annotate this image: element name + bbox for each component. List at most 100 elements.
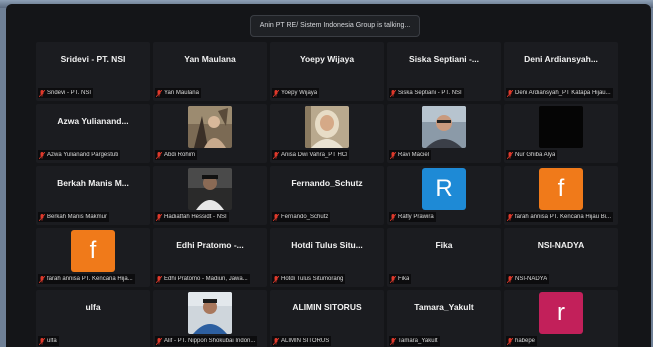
- muted-mic-icon: [273, 337, 279, 345]
- participant-name-label: farah annisa PT. Kencana Hijau Bi...: [506, 212, 614, 222]
- participant-display-name: Sridevi - PT. NSI: [60, 54, 126, 64]
- profile-photo: [188, 168, 232, 210]
- participant-name-label: habepe: [506, 336, 538, 346]
- profile-photo: [539, 106, 583, 148]
- participant-name-label: Rafly Prawira: [389, 212, 436, 222]
- participant-display-name: Fika: [435, 240, 453, 250]
- participant-tile[interactable]: Ravi Maciel: [387, 104, 501, 163]
- participant-name-label: Nur Ghiba Alya: [506, 150, 558, 160]
- participant-tile[interactable]: Siska Septiani -... Siska Septiani - PT.…: [387, 42, 501, 101]
- meeting-window: Anin PT RE/ Sistem Indonesia Group is ta…: [6, 4, 651, 347]
- participant-tile[interactable]: Anisa Dwi Vahra_PT HCl: [270, 104, 384, 163]
- muted-mic-icon: [156, 275, 162, 283]
- avatar: R: [422, 168, 466, 210]
- muted-mic-icon: [507, 275, 513, 283]
- participant-display-name: Tamara_Yakult: [414, 302, 474, 312]
- participant-tile[interactable]: ALIMIN SITORUS ALIMIN SITORUS: [270, 290, 384, 347]
- muted-mic-icon: [507, 89, 513, 97]
- muted-mic-icon: [507, 151, 513, 159]
- participant-tile[interactable]: Abdi Rohim: [153, 104, 267, 163]
- participant-tile[interactable]: r habepe: [504, 290, 618, 347]
- participant-name-label: Yan Maulana: [155, 88, 201, 98]
- participant-name-label: Yoepy Wijaya: [272, 88, 320, 98]
- participant-tile[interactable]: Fernando_Schutz Fernando_Schutz: [270, 166, 384, 225]
- participant-tile[interactable]: Deni Ardiansyah... Deni Ardiansyah_PT Ka…: [504, 42, 618, 101]
- participant-name-label: Fika: [389, 274, 412, 284]
- participant-name-label: Sridevi - PT. NSI: [38, 88, 94, 98]
- participant-name-label: Azwa Yulianand Pargestuti: [38, 150, 121, 160]
- participant-name-label: Edhi Pratomo - Madiun, Jawa...: [155, 274, 250, 284]
- muted-mic-icon: [39, 275, 45, 283]
- avatar: f: [539, 168, 583, 210]
- participant-tile[interactable]: Sridevi - PT. NSI Sridevi - PT. NSI: [36, 42, 150, 101]
- participant-tile[interactable]: f farah annisa PT. Kencana Hijau Bi...: [504, 166, 618, 225]
- participant-display-name: Yan Maulana: [184, 54, 236, 64]
- muted-mic-icon: [390, 337, 396, 345]
- participant-name-label: Alif - PT. Nippon Shokubai Indon...: [155, 336, 258, 346]
- avatar: r: [539, 292, 583, 334]
- participant-tile[interactable]: Edhi Pratomo -... Edhi Pratomo - Madiun,…: [153, 228, 267, 287]
- participant-display-name: Yoepy Wijaya: [299, 54, 355, 64]
- participant-tile[interactable]: Tamara_Yakult Tamara_Yakult: [387, 290, 501, 347]
- muted-mic-icon: [156, 89, 162, 97]
- participant-name-label: Fernando_Schutz: [272, 212, 331, 222]
- participant-name-label: Tamara_Yakult: [389, 336, 440, 346]
- muted-mic-icon: [39, 213, 45, 221]
- participant-display-name: NSI-NADYA: [537, 240, 585, 250]
- participant-name-label: Abdi Rohim: [155, 150, 198, 160]
- muted-mic-icon: [39, 89, 45, 97]
- participant-display-name: Azwa Yulianand...: [57, 116, 129, 126]
- participant-name-label: NSI-NADYA: [506, 274, 550, 284]
- muted-mic-icon: [507, 337, 513, 345]
- muted-mic-icon: [156, 213, 162, 221]
- profile-photo: [188, 292, 232, 334]
- muted-mic-icon: [273, 275, 279, 283]
- participant-tile[interactable]: Fika Fika: [387, 228, 501, 287]
- muted-mic-icon: [273, 213, 279, 221]
- participant-display-name: Edhi Pratomo -...: [176, 240, 244, 250]
- avatar: f: [71, 230, 115, 272]
- participant-tile[interactable]: Hotdi Tulus Situ... Hotdi Tulus Situmora…: [270, 228, 384, 287]
- participant-display-name: Hotdi Tulus Situ...: [291, 240, 363, 250]
- participant-name-label: Hadiatfah Hessidt - NSI: [155, 212, 229, 222]
- active-speaker-banner: Anin PT RE/ Sistem Indonesia Group is ta…: [250, 15, 420, 37]
- participant-name-label: Hotdi Tulus Situmorang: [272, 274, 346, 284]
- profile-photo: [422, 106, 466, 148]
- participant-name-label: Deni Ardiansyah_PT Katapa Hijau...: [506, 88, 613, 98]
- muted-mic-icon: [156, 151, 162, 159]
- participant-tile[interactable]: Yan Maulana Yan Maulana: [153, 42, 267, 101]
- muted-mic-icon: [390, 151, 396, 159]
- participant-display-name: Deni Ardiansyah...: [524, 54, 598, 64]
- participant-name-label: Berkah Manis Makmur: [38, 212, 110, 222]
- participant-tile[interactable]: ulfa ulfa: [36, 290, 150, 347]
- participant-tile[interactable]: Azwa Yulianand... Azwa Yulianand Pargest…: [36, 104, 150, 163]
- participant-tile[interactable]: f farah annisa PT. Kencana Hija...: [36, 228, 150, 287]
- muted-mic-icon: [507, 213, 513, 221]
- participant-name-label: ulfa: [38, 336, 59, 346]
- profile-photo: [188, 106, 232, 148]
- participant-tile[interactable]: NSI-NADYA NSI-NADYA: [504, 228, 618, 287]
- participant-display-name: Fernando_Schutz: [291, 178, 363, 188]
- profile-photo: [305, 106, 349, 148]
- participant-name-label: Ravi Maciel: [389, 150, 432, 160]
- participant-name-label: ALIMIN SITORUS: [272, 336, 332, 346]
- muted-mic-icon: [273, 151, 279, 159]
- muted-mic-icon: [273, 89, 279, 97]
- participant-display-name: Berkah Manis M...: [57, 178, 129, 188]
- muted-mic-icon: [390, 89, 396, 97]
- muted-mic-icon: [39, 151, 45, 159]
- muted-mic-icon: [156, 337, 162, 345]
- participant-tile[interactable]: Yoepy Wijaya Yoepy Wijaya: [270, 42, 384, 101]
- participant-tile[interactable]: Nur Ghiba Alya: [504, 104, 618, 163]
- participant-display-name: ulfa: [85, 302, 101, 312]
- participant-tile[interactable]: Hadiatfah Hessidt - NSI: [153, 166, 267, 225]
- participant-name-label: farah annisa PT. Kencana Hija...: [38, 274, 135, 284]
- participant-tile[interactable]: R Rafly Prawira: [387, 166, 501, 225]
- participant-display-name: ALIMIN SITORUS: [292, 302, 362, 312]
- participant-tile[interactable]: Alif - PT. Nippon Shokubai Indon...: [153, 290, 267, 347]
- muted-mic-icon: [390, 275, 396, 283]
- participant-name-label: Siska Septiani - PT. NSI: [389, 88, 464, 98]
- participant-tile[interactable]: Berkah Manis M... Berkah Manis Makmur: [36, 166, 150, 225]
- participant-gallery: Sridevi - PT. NSI Sridevi - PT. NSI Yan …: [36, 42, 626, 347]
- muted-mic-icon: [390, 213, 396, 221]
